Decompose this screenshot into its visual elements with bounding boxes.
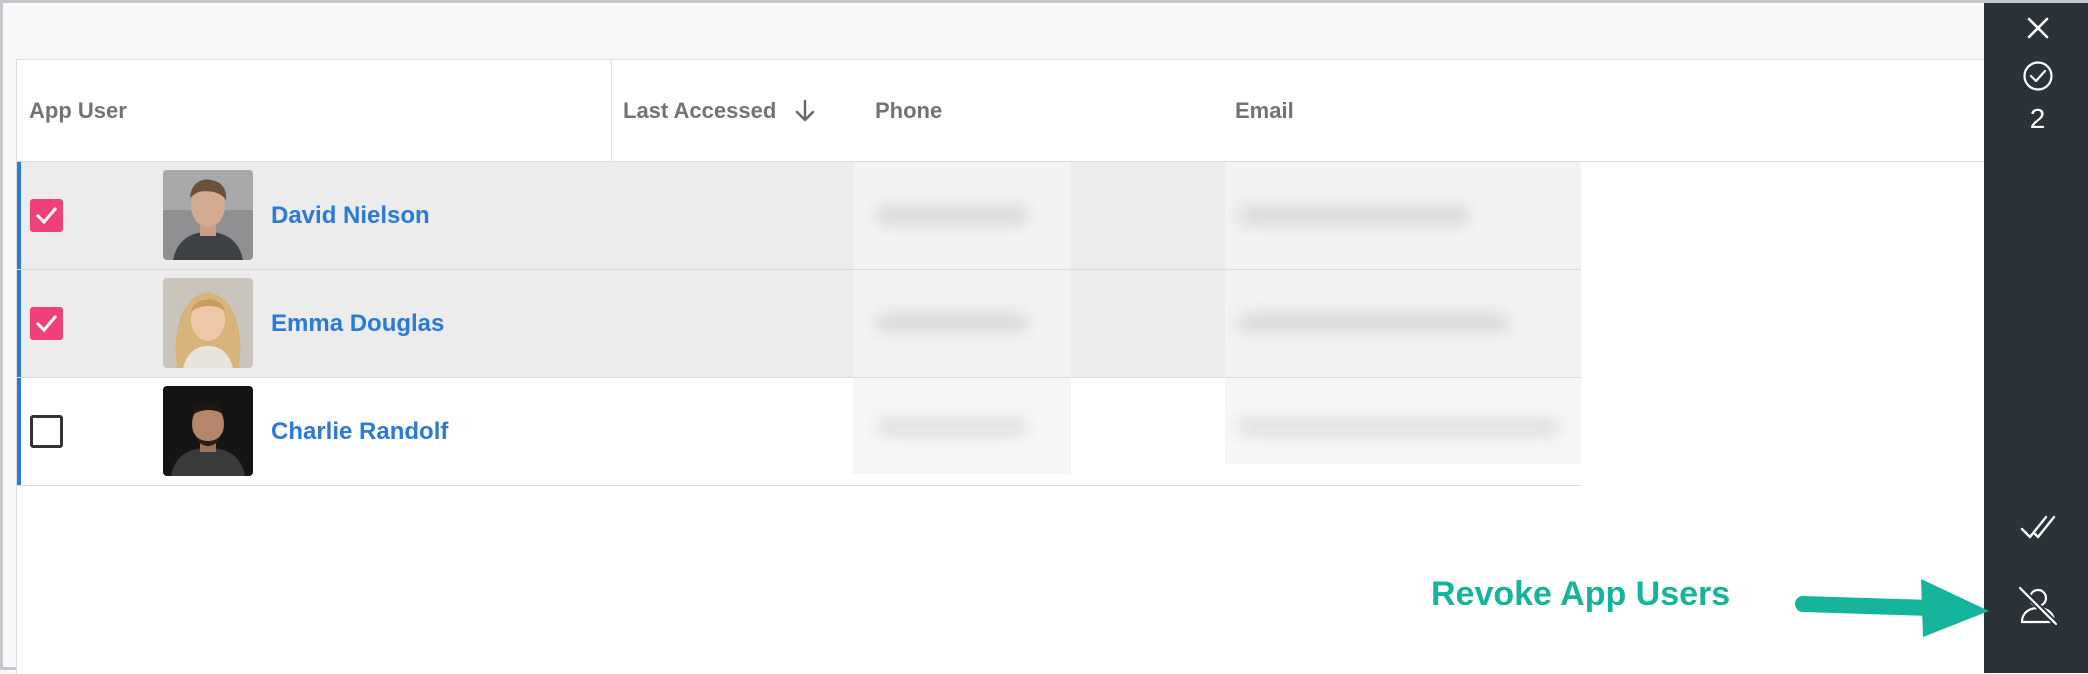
avatar [163,170,253,260]
bulk-action-sidebar: 2 [1984,3,2088,673]
column-label-phone: Phone [875,97,943,123]
row-checkbox[interactable] [30,307,63,340]
user-name-link[interactable]: Charlie Randolf [271,378,448,485]
callout-arrow-icon [1793,571,1993,646]
phone-cell-redacted [853,270,1071,377]
double-check-icon[interactable] [1984,509,2088,545]
table-row[interactable]: David Nielson [17,162,1581,270]
column-header-phone[interactable]: Phone [875,60,942,161]
avatar [163,386,253,476]
check-circle-icon[interactable] [1984,59,2088,93]
column-label-app-user: App User [29,97,127,123]
email-cell-redacted [1225,378,1581,464]
phone-cell-redacted [853,162,1071,269]
column-header-app-user[interactable]: App User [29,60,127,161]
table-row[interactable]: Emma Douglas [17,270,1581,378]
arrow-down-icon[interactable] [794,99,816,123]
selected-count: 2 [1984,101,2088,137]
phone-cell-redacted [853,378,1071,474]
user-name-link[interactable]: David Nielson [271,162,430,269]
user-name-link[interactable]: Emma Douglas [271,270,444,377]
email-cell-redacted [1225,162,1581,269]
row-checkbox[interactable] [30,415,63,448]
table-header: App User Last Accessed Phone Email [17,60,1985,162]
selected-count-value: 2 [2029,103,2046,134]
user-off-icon[interactable] [1984,583,2088,629]
table-row[interactable]: Charlie Randolf [17,378,1581,486]
avatar [163,278,253,368]
close-icon[interactable] [1984,13,2088,43]
column-header-last-accessed[interactable]: Last Accessed [623,60,816,161]
column-header-email[interactable]: Email [1235,60,1294,161]
row-accent [17,270,21,377]
row-accent [17,162,21,269]
callout-label: Revoke App Users [1431,575,1731,613]
email-cell-redacted [1225,270,1581,377]
column-label-email: Email [1235,97,1294,123]
row-checkbox[interactable] [30,199,63,232]
row-accent [17,378,21,485]
column-label-last-accessed: Last Accessed [623,97,777,123]
